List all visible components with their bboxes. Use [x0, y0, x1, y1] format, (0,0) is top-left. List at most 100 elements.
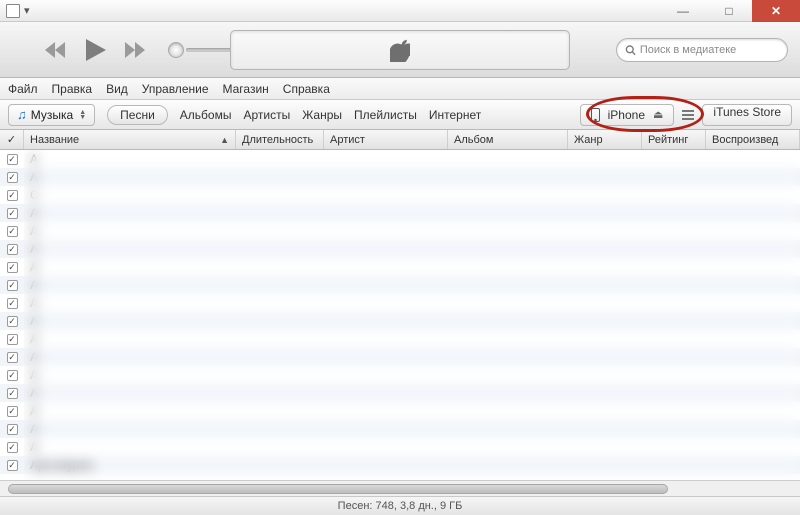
table-row[interactable]: ✓A: [0, 258, 800, 276]
updown-arrows-icon: ▲▼: [79, 110, 86, 120]
table-row[interactable]: ✓A: [0, 384, 800, 402]
row-checkbox[interactable]: ✓: [0, 172, 24, 183]
library-selector[interactable]: ♫ Музыка ▲▼: [8, 104, 95, 126]
apple-logo-icon: [390, 38, 410, 62]
table-row[interactable]: ✓A: [0, 240, 800, 258]
cell-name: A: [24, 242, 236, 256]
table-row[interactable]: ✓A: [0, 366, 800, 384]
menu-help[interactable]: Справка: [283, 82, 330, 96]
col-artist[interactable]: Артист: [324, 130, 448, 149]
table-row[interactable]: ✓A: [0, 312, 800, 330]
row-checkbox[interactable]: ✓: [0, 316, 24, 327]
table-row[interactable]: ✓A: [0, 168, 800, 186]
table-row[interactable]: ✓A: [0, 402, 800, 420]
list-view-icon[interactable]: [682, 110, 694, 120]
cell-name: A: [24, 278, 236, 292]
menu-bar: Файл Правка Вид Управление Магазин Справ…: [0, 78, 800, 100]
minimize-button[interactable]: —: [660, 0, 706, 22]
tab-playlists[interactable]: Плейлисты: [354, 108, 417, 122]
row-checkbox[interactable]: ✓: [0, 334, 24, 345]
row-checkbox[interactable]: ✓: [0, 226, 24, 237]
menu-store[interactable]: Магазин: [223, 82, 269, 96]
play-button[interactable]: [78, 32, 114, 68]
row-checkbox[interactable]: ✓: [0, 352, 24, 363]
search-field[interactable]: [616, 38, 788, 62]
cell-name: Apocalypsis: [24, 458, 236, 472]
cell-name: A: [24, 422, 236, 436]
row-checkbox[interactable]: ✓: [0, 208, 24, 219]
sort-asc-icon: ▲: [220, 135, 229, 145]
device-button[interactable]: iPhone ⏏: [580, 104, 675, 126]
cell-name: A: [24, 332, 236, 346]
now-playing-lcd: [230, 30, 570, 70]
maximize-button[interactable]: □: [706, 0, 752, 22]
tab-genres[interactable]: Жанры: [302, 108, 342, 122]
row-checkbox[interactable]: ✓: [0, 244, 24, 255]
cell-name: A: [24, 206, 236, 220]
cell-name: A: [24, 152, 236, 166]
table-row[interactable]: ✓A: [0, 438, 800, 456]
system-menu-icon[interactable]: [6, 4, 20, 18]
menu-controls[interactable]: Управление: [142, 82, 209, 96]
iphone-icon: [591, 108, 600, 122]
col-rating[interactable]: Рейтинг: [642, 130, 706, 149]
row-checkbox[interactable]: ✓: [0, 190, 24, 201]
table-row[interactable]: ✓A: [0, 348, 800, 366]
close-button[interactable]: ✕: [752, 0, 800, 22]
row-checkbox[interactable]: ✓: [0, 298, 24, 309]
horizontal-scrollbar[interactable]: [0, 480, 800, 496]
status-bar: Песен: 748, 3,8 дн., 9 ГБ: [0, 496, 800, 515]
previous-button[interactable]: [40, 37, 72, 63]
table-row[interactable]: ✓A: [0, 294, 800, 312]
row-checkbox[interactable]: ✓: [0, 388, 24, 399]
scrollbar-thumb[interactable]: [8, 484, 668, 494]
table-row[interactable]: ✓Apocalypsis: [0, 456, 800, 474]
menu-edit[interactable]: Правка: [52, 82, 93, 96]
cell-name: A: [24, 440, 236, 454]
song-list[interactable]: ✓A✓A✓C✓A✓A✓A✓A✓A✓A✓A✓A✓A✓A✓A✓A✓A✓A✓Apoca…: [0, 150, 800, 480]
tab-songs[interactable]: Песни: [107, 105, 168, 125]
itunes-store-button[interactable]: iTunes Store: [702, 104, 792, 126]
volume-knob-icon[interactable]: [168, 42, 184, 58]
eject-icon[interactable]: ⏏: [653, 108, 663, 121]
menu-view[interactable]: Вид: [106, 82, 128, 96]
table-row[interactable]: ✓A: [0, 330, 800, 348]
search-input[interactable]: [640, 44, 779, 56]
tab-albums[interactable]: Альбомы: [180, 108, 232, 122]
next-button[interactable]: [120, 37, 152, 63]
music-note-icon: ♫: [17, 107, 27, 122]
player-toolbar: [0, 22, 800, 78]
col-name-label: Название: [30, 134, 79, 146]
menu-file[interactable]: Файл: [8, 82, 38, 96]
row-checkbox[interactable]: ✓: [0, 262, 24, 273]
table-row[interactable]: ✓A: [0, 420, 800, 438]
row-checkbox[interactable]: ✓: [0, 370, 24, 381]
table-row[interactable]: ✓A: [0, 222, 800, 240]
tab-artists[interactable]: Артисты: [243, 108, 290, 122]
row-checkbox[interactable]: ✓: [0, 460, 24, 471]
window-titlebar: ▾ — □ ✕: [0, 0, 800, 22]
tab-internet[interactable]: Интернет: [429, 108, 481, 122]
row-checkbox[interactable]: ✓: [0, 406, 24, 417]
cell-name: A: [24, 404, 236, 418]
col-plays[interactable]: Воспроизвед: [706, 130, 800, 149]
row-checkbox[interactable]: ✓: [0, 280, 24, 291]
col-check[interactable]: ✓: [0, 130, 24, 149]
cell-name: A: [24, 386, 236, 400]
table-row[interactable]: ✓A: [0, 204, 800, 222]
col-duration[interactable]: Длительность: [236, 130, 324, 149]
cell-name: A: [24, 350, 236, 364]
col-name[interactable]: Название ▲: [24, 130, 236, 149]
row-checkbox[interactable]: ✓: [0, 154, 24, 165]
row-checkbox[interactable]: ✓: [0, 442, 24, 453]
col-album[interactable]: Альбом: [448, 130, 568, 149]
col-genre[interactable]: Жанр: [568, 130, 642, 149]
row-checkbox[interactable]: ✓: [0, 424, 24, 435]
table-header: ✓ Название ▲ Длительность Артист Альбом …: [0, 130, 800, 150]
sysmenu-caret[interactable]: ▾: [24, 4, 30, 17]
device-label: iPhone: [608, 108, 645, 122]
table-row[interactable]: ✓A: [0, 276, 800, 294]
table-row[interactable]: ✓C: [0, 186, 800, 204]
table-row[interactable]: ✓A: [0, 150, 800, 168]
cell-name: A: [24, 170, 236, 184]
